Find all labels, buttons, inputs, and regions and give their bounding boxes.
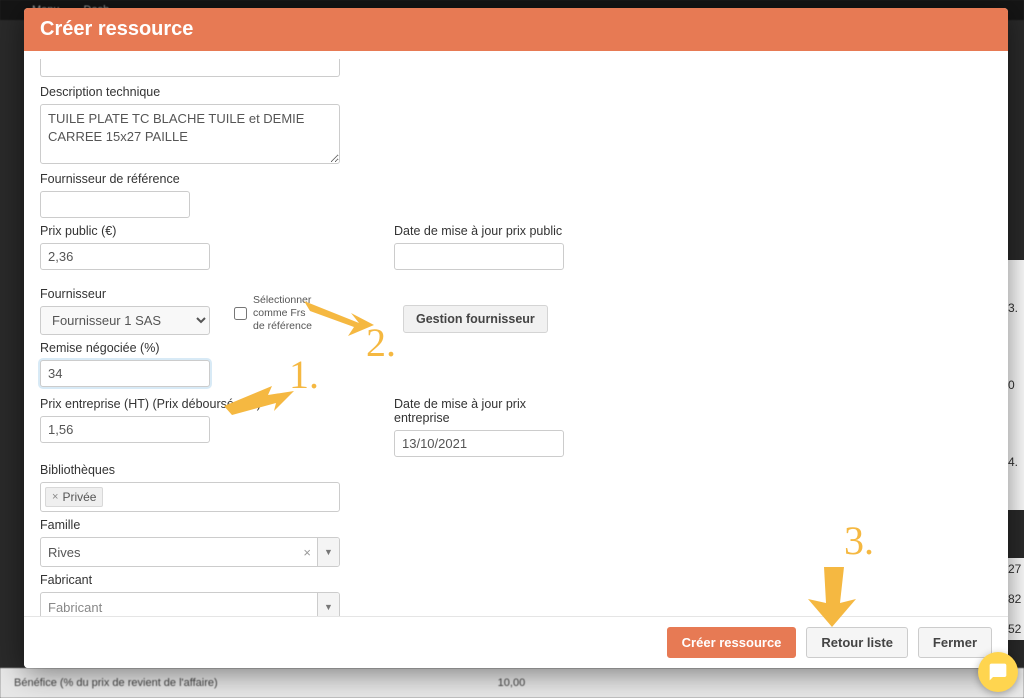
input-bibliotheques[interactable]: × Privée bbox=[40, 482, 340, 512]
partial-top-input[interactable] bbox=[40, 59, 340, 77]
backdrop-bottom-bar: Bénéfice (% du prix de revient de l'affa… bbox=[0, 668, 1024, 698]
bg-sideval: 52 bbox=[1008, 622, 1022, 636]
modal-title: Créer ressource bbox=[40, 18, 992, 41]
tag-privee: × Privée bbox=[45, 487, 103, 507]
label-prix-public: Prix public (€) bbox=[40, 224, 210, 238]
label-fournisseur: Fournisseur bbox=[40, 287, 210, 301]
label-checkbox-frs-ref: Sélectionner comme Frs de référence bbox=[253, 294, 315, 333]
bg-val: 4. bbox=[1008, 455, 1022, 469]
input-remise[interactable] bbox=[40, 360, 210, 387]
select-fabricant[interactable]: Fabricant ▼ bbox=[40, 592, 340, 616]
chevron-down-icon[interactable]: ▼ bbox=[317, 593, 339, 616]
bg-val: 0 bbox=[1008, 378, 1022, 392]
label-date-entreprise: Date de mise à jour prix entreprise bbox=[394, 397, 564, 425]
group-date-entreprise: Date de mise à jour prix entreprise bbox=[394, 397, 564, 457]
label-remise: Remise négociée (%) bbox=[40, 341, 210, 355]
group-desc-tech: Description technique bbox=[40, 85, 340, 164]
close-button[interactable]: Fermer bbox=[918, 627, 992, 658]
label-fabricant: Fabricant bbox=[40, 573, 992, 587]
label-fournisseur-ref: Fournisseur de référence bbox=[40, 172, 210, 186]
create-resource-modal: Créer ressource Description technique Fo… bbox=[24, 8, 1008, 668]
label-bibliotheques: Bibliothèques bbox=[40, 463, 992, 477]
row-fournisseur: Fournisseur Fournisseur 1 SAS Sélectionn… bbox=[40, 276, 992, 335]
famille-value: Rives bbox=[48, 545, 297, 560]
group-fabricant: Fabricant Fabricant ▼ bbox=[40, 573, 992, 616]
tag-remove-icon[interactable]: × bbox=[52, 491, 58, 503]
group-prix-public: Prix public (€) bbox=[40, 224, 210, 270]
group-date-public: Date de mise à jour prix public bbox=[394, 224, 564, 270]
group-remise: Remise négociée (%) bbox=[40, 341, 210, 387]
label-desc-tech: Description technique bbox=[40, 85, 340, 99]
create-resource-button[interactable]: Créer ressource bbox=[667, 627, 797, 658]
back-to-list-button[interactable]: Retour liste bbox=[806, 627, 908, 658]
annotation-number-1: 1. bbox=[289, 351, 319, 398]
modal-body: Description technique Fournisseur de réf… bbox=[24, 51, 1008, 616]
input-fournisseur-ref[interactable] bbox=[40, 191, 190, 218]
input-date-public[interactable] bbox=[394, 243, 564, 270]
group-fournisseur: Fournisseur Fournisseur 1 SAS bbox=[40, 287, 210, 335]
bg-sideval: 82 bbox=[1008, 592, 1022, 606]
group-famille: Famille Rives × ▼ bbox=[40, 518, 992, 567]
bg-val: 3. bbox=[1008, 301, 1022, 315]
row-prix-entreprise: Prix entreprise (HT) (Prix déboursé sec)… bbox=[40, 397, 992, 457]
bg-bottom-num: 10,00 bbox=[498, 677, 526, 689]
modal-footer: 3. Créer ressource Retour liste Fermer bbox=[24, 616, 1008, 668]
label-date-public: Date de mise à jour prix public bbox=[394, 224, 564, 238]
group-frs-ref-checkbox: Sélectionner comme Frs de référence bbox=[234, 294, 315, 333]
label-famille: Famille bbox=[40, 518, 992, 532]
row-prix-public: Prix public (€) Date de mise à jour prix… bbox=[40, 224, 992, 270]
input-desc-tech[interactable] bbox=[40, 104, 340, 164]
group-prix-entreprise: Prix entreprise (HT) (Prix déboursé sec) bbox=[40, 397, 210, 443]
fabricant-placeholder: Fabricant bbox=[48, 600, 317, 615]
backdrop-right-strip: 3. 0 4. bbox=[1006, 260, 1024, 510]
input-prix-public[interactable] bbox=[40, 243, 210, 270]
input-date-entreprise[interactable] bbox=[394, 430, 564, 457]
chat-widget-icon[interactable] bbox=[978, 652, 1018, 692]
clear-icon[interactable]: × bbox=[297, 545, 317, 560]
modal-header: Créer ressource bbox=[24, 8, 1008, 51]
bg-sideval: 27 bbox=[1008, 562, 1022, 576]
checkbox-frs-ref[interactable] bbox=[234, 307, 247, 320]
select-famille[interactable]: Rives × ▼ bbox=[40, 537, 340, 567]
tag-label: Privée bbox=[62, 490, 96, 504]
gestion-fournisseur-button[interactable]: Gestion fournisseur bbox=[403, 305, 548, 333]
select-fournisseur[interactable]: Fournisseur 1 SAS bbox=[40, 306, 210, 335]
bg-bottom-label: Bénéfice (% du prix de revient de l'affa… bbox=[14, 677, 218, 689]
label-prix-entreprise: Prix entreprise (HT) (Prix déboursé sec) bbox=[40, 397, 210, 411]
chevron-down-icon[interactable]: ▼ bbox=[317, 538, 339, 566]
group-fournisseur-ref: Fournisseur de référence bbox=[40, 172, 210, 218]
group-bibliotheques: Bibliothèques × Privée bbox=[40, 463, 992, 512]
input-prix-entreprise[interactable] bbox=[40, 416, 210, 443]
